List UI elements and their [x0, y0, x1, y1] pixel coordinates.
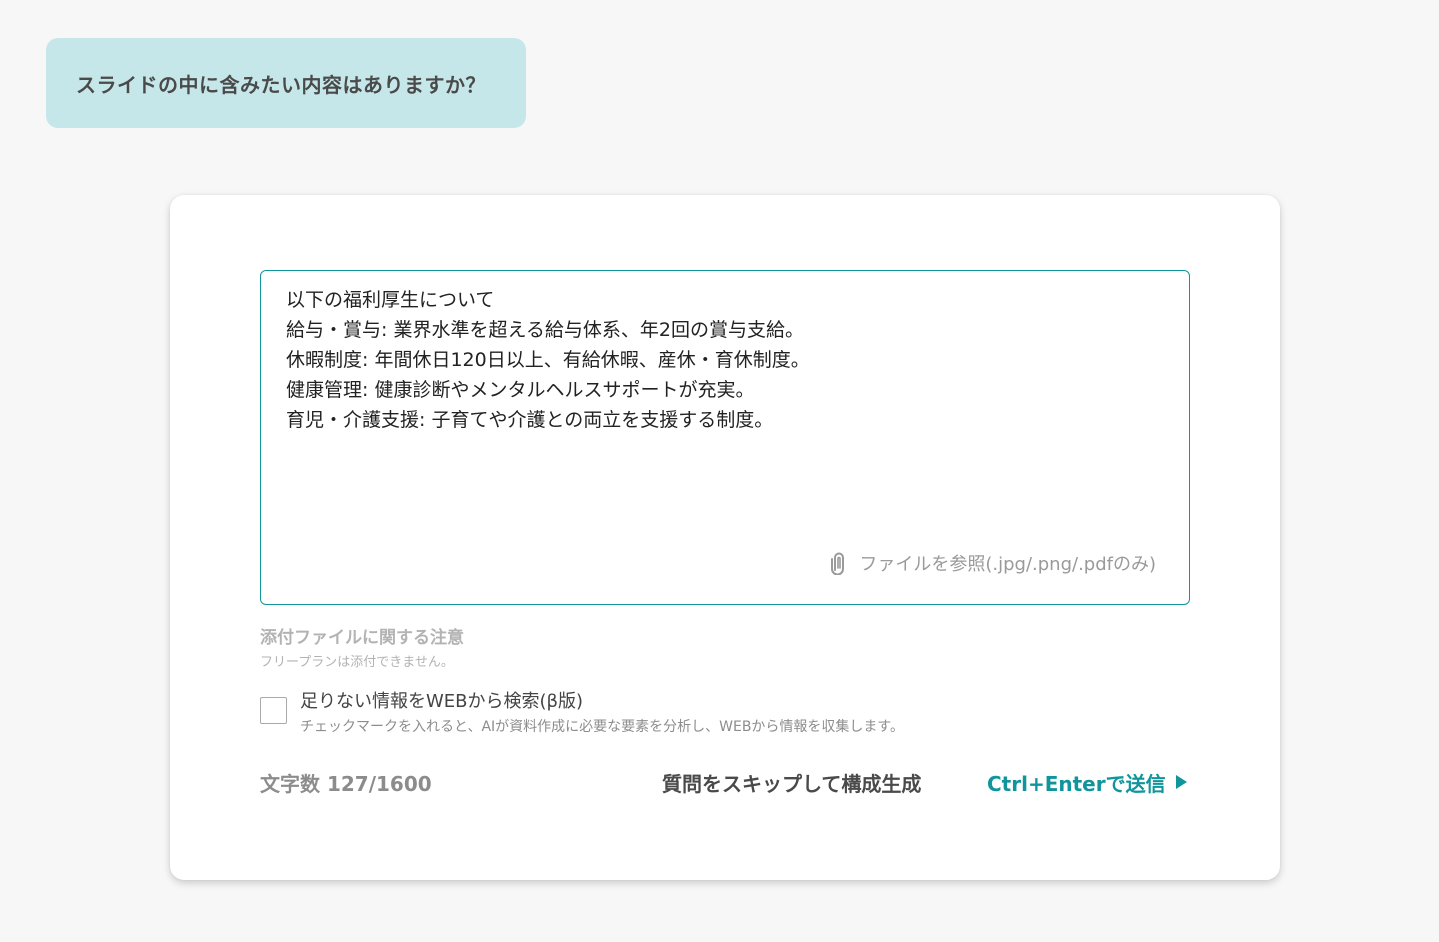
play-icon — [1175, 771, 1188, 795]
skip-question-button[interactable]: 質問をスキップして構成生成 — [662, 768, 921, 797]
textarea-line: 育児・介護支援: 子育てや介護との両立を支援する制度。 — [286, 409, 774, 431]
question-bubble: スライドの中に含みたい内容はありますか？ — [46, 38, 526, 128]
char-count: 文字数 127/1600 — [260, 772, 432, 796]
textarea-line: 健康管理: 健康診断やメンタルヘルスサポートが充実。 — [286, 379, 755, 401]
web-search-label[interactable]: 足りない情報をWEBから検索(β版) — [300, 687, 583, 713]
textarea-line: 休暇制度: 年間休日120日以上、有給休暇、産休・育休制度。 — [286, 349, 810, 371]
attachment-note-body: フリープランは添付できません。 — [260, 655, 454, 670]
web-search-description: チェックマークを入れると、AIが資料作成に必要な要素を分析し、WEBから情報を収… — [300, 719, 905, 735]
attachment-note-title: 添付ファイルに関する注意 — [260, 628, 464, 648]
attach-file-button[interactable]: ファイルを参照(.jpg/.png/.pdfのみ) — [829, 550, 1156, 576]
textarea-content[interactable]: 以下の福利厚生について 給与・賞与: 業界水準を超える給与体系、年2回の賞与支給… — [286, 285, 1164, 435]
question-text: スライドの中に含みたい内容はありますか？ — [76, 72, 486, 97]
textarea-line: 給与・賞与: 業界水準を超える給与体系、年2回の賞与支給。 — [286, 319, 804, 341]
input-card: 以下の福利厚生について 給与・賞与: 業界水準を超える給与体系、年2回の賞与支給… — [170, 195, 1280, 880]
paperclip-icon — [829, 551, 859, 575]
web-search-checkbox[interactable] — [260, 697, 287, 724]
send-label: Ctrl+Enterで送信 — [987, 772, 1166, 796]
attach-file-label: ファイルを参照(.jpg/.png/.pdfのみ) — [859, 554, 1156, 575]
textarea-line: 以下の福利厚生について — [286, 289, 495, 311]
send-button[interactable]: Ctrl+Enterで送信 — [987, 768, 1188, 797]
content-textarea[interactable]: 以下の福利厚生について 給与・賞与: 業界水準を超える給与体系、年2回の賞与支給… — [260, 270, 1190, 605]
